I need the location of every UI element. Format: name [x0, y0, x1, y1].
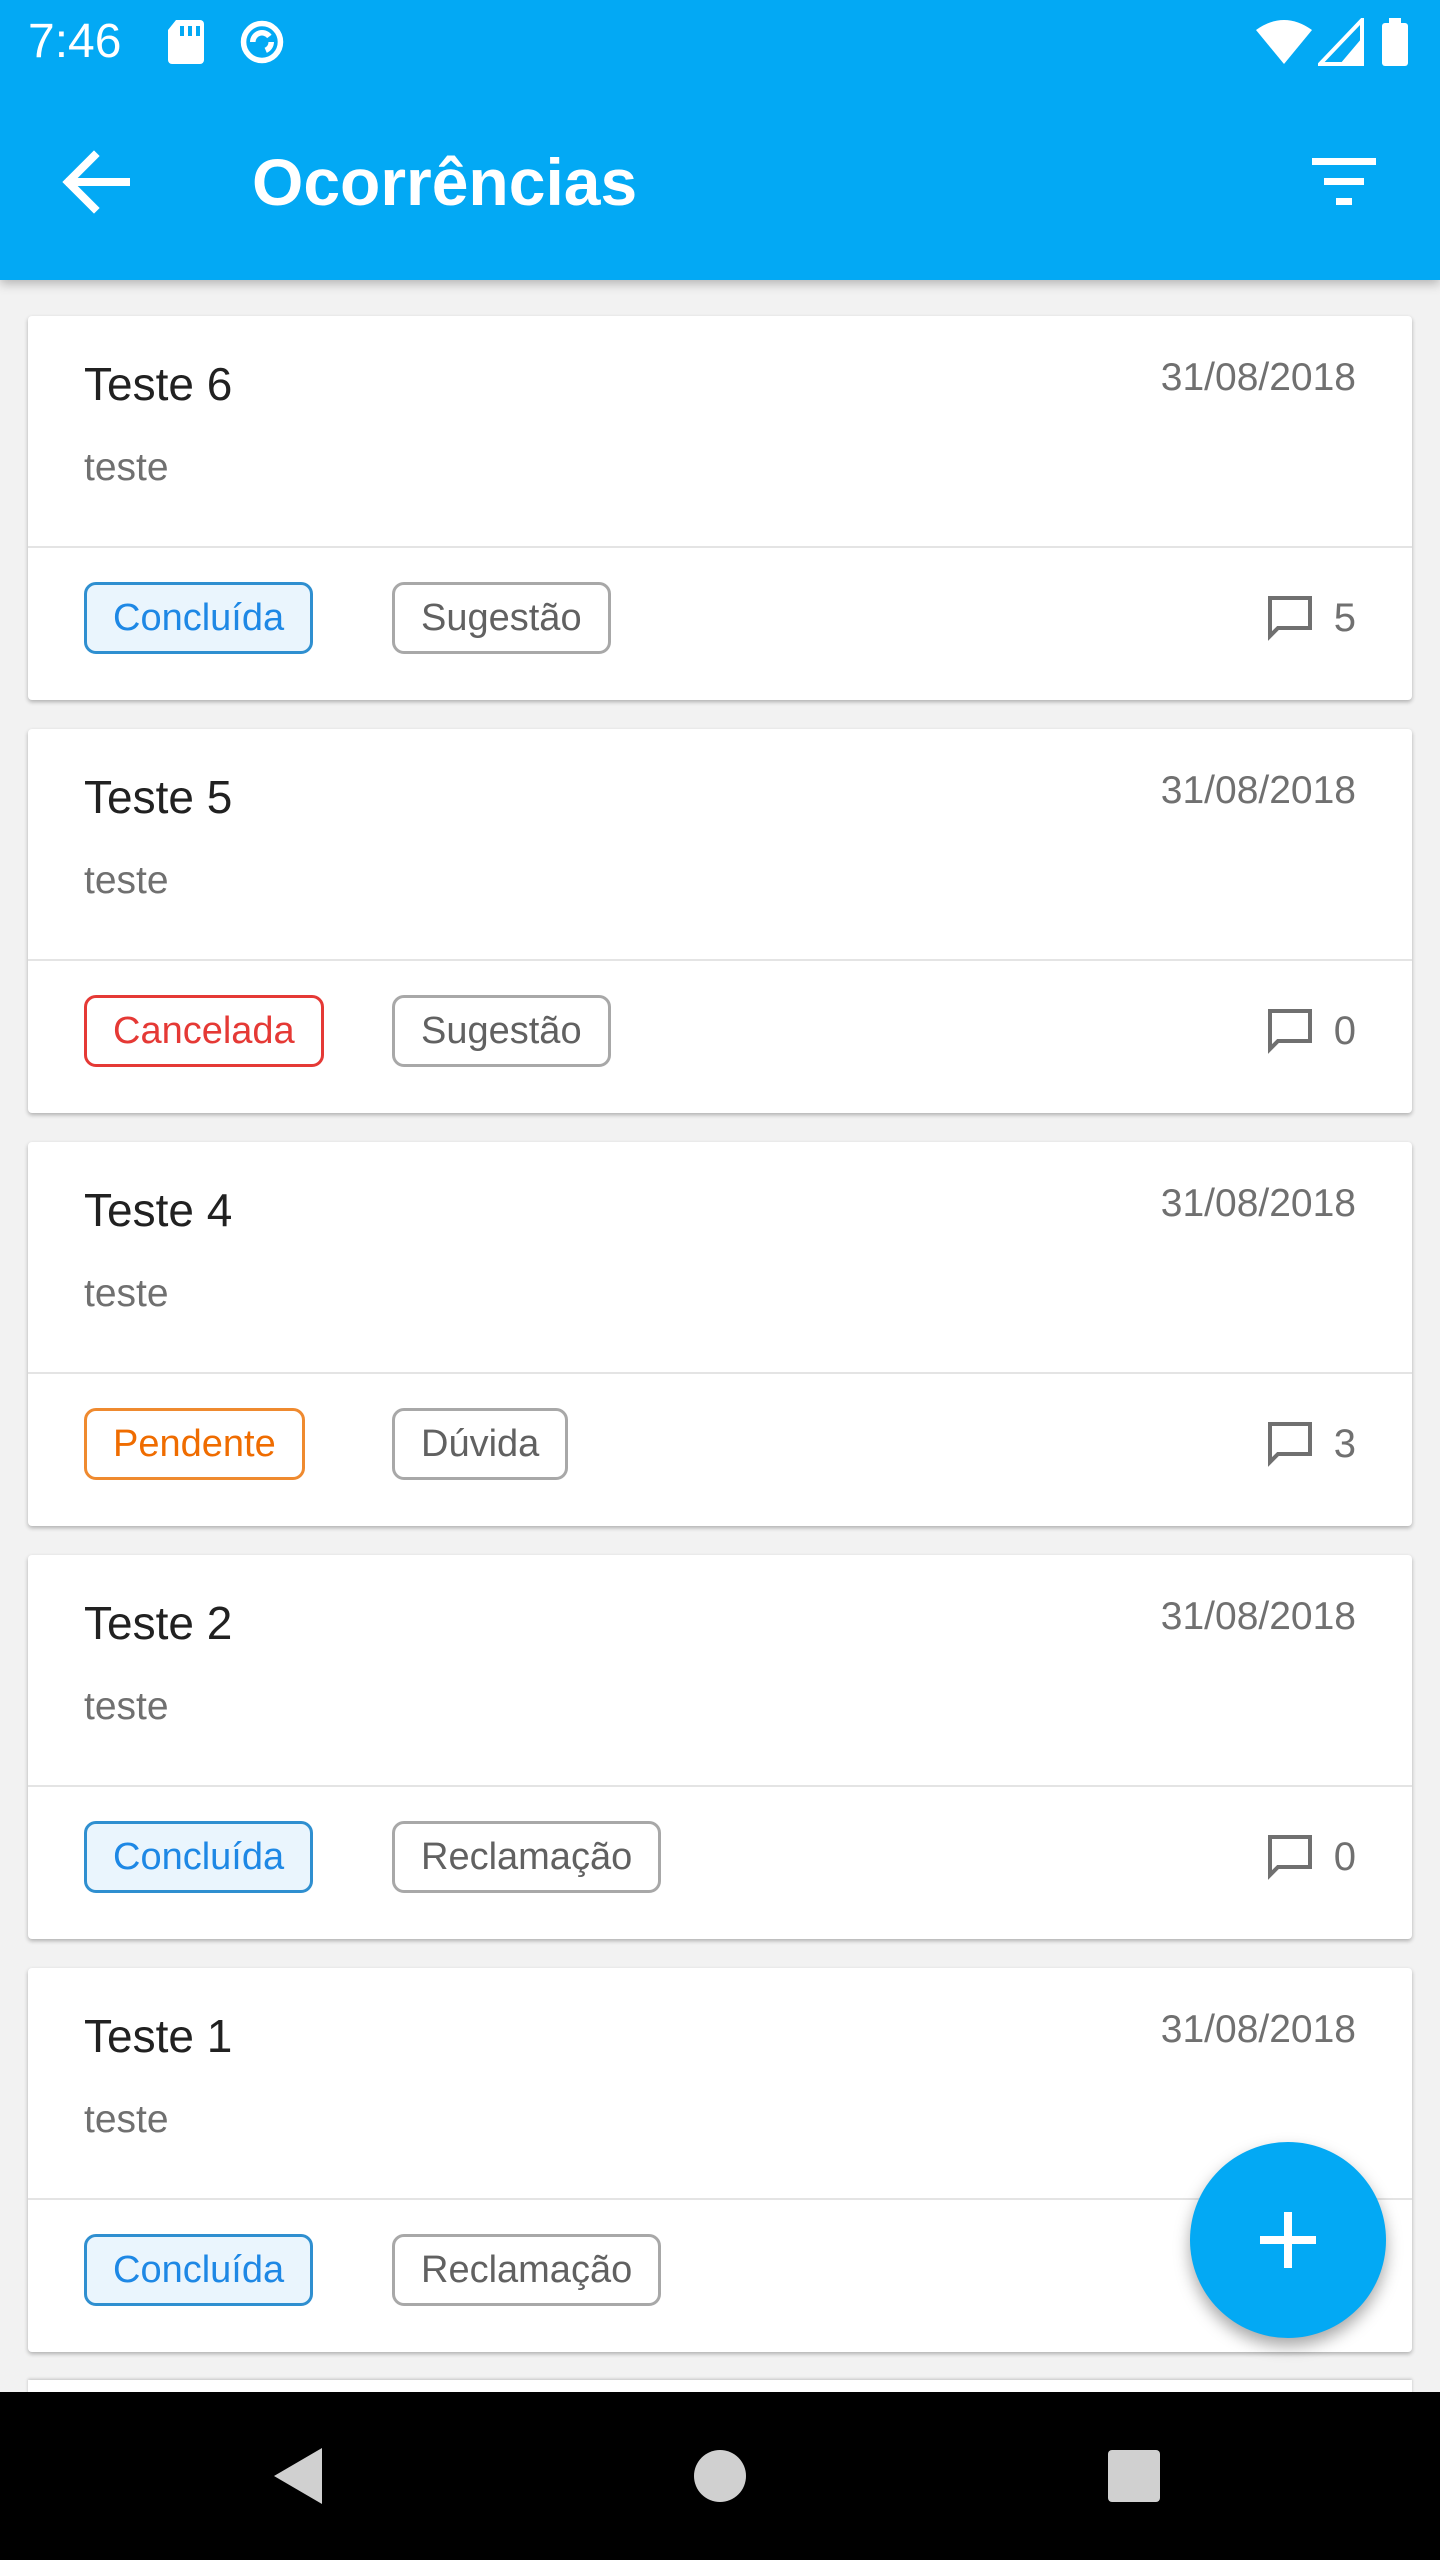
- arrow-back-icon[interactable]: [48, 134, 144, 230]
- item-title: Teste 6: [84, 358, 233, 410]
- comments-count: 0: [1266, 1825, 1356, 1889]
- card-header: Teste 2 31/08/2018 teste: [28, 1555, 1412, 1787]
- app-bar: Ocorrências: [0, 84, 1440, 280]
- comments-count: 0: [1266, 999, 1356, 1063]
- list-item[interactable]: Teste 6 31/08/2018 teste Concluída Suges…: [28, 316, 1412, 700]
- status-time: 7:46: [28, 15, 122, 68]
- filter-list-icon[interactable]: [1296, 134, 1392, 230]
- status-badge: Cancelada: [84, 995, 324, 1067]
- card-footer: Pendente Dúvida 3: [28, 1374, 1412, 1526]
- item-date: 31/08/2018: [1160, 1182, 1356, 1225]
- recents-square-icon[interactable]: [1084, 2426, 1184, 2526]
- battery-icon: [1382, 18, 1408, 66]
- type-badge: Reclamação: [392, 2234, 662, 2306]
- card-footer: Concluída Reclamação 0: [28, 1787, 1412, 1939]
- signal-icon: [1318, 18, 1364, 66]
- status-badge: Concluída: [84, 1821, 314, 1893]
- card-header: Teste 4 31/08/2018 teste: [28, 1142, 1412, 1374]
- list-item[interactable]: Teste 5 31/08/2018 teste Cancelada Suges…: [28, 729, 1412, 1113]
- item-title: Teste 1: [84, 2010, 233, 2062]
- item-date: 31/08/2018: [1160, 769, 1356, 812]
- sync-icon: [240, 20, 284, 64]
- item-description: teste: [84, 859, 169, 902]
- type-badge: Sugestão: [392, 582, 611, 654]
- page-title: Ocorrências: [252, 145, 638, 219]
- item-date: 31/08/2018: [1160, 356, 1356, 399]
- list-item[interactable]: Teste 1 31/08/2018 teste Concluída Recla…: [28, 1968, 1412, 2352]
- status-badge: Pendente: [84, 1408, 305, 1480]
- add-button[interactable]: [1190, 2142, 1386, 2338]
- card-footer: Concluída Sugestão 5: [28, 548, 1412, 700]
- home-circle-icon[interactable]: [670, 2426, 770, 2526]
- comments-count: 5: [1266, 586, 1356, 650]
- type-badge: Reclamação: [392, 1821, 662, 1893]
- comment-icon: [1267, 1422, 1312, 1467]
- item-date: 31/08/2018: [1160, 1595, 1356, 1638]
- status-badge: Concluída: [84, 582, 314, 654]
- comments-count: 3: [1266, 1412, 1356, 1476]
- card-header: Teste 5 31/08/2018 teste: [28, 729, 1412, 961]
- type-badge: Dúvida: [392, 1408, 569, 1480]
- item-title: Teste 2: [84, 1597, 233, 1649]
- comment-count: 5: [1333, 596, 1356, 640]
- back-triangle-icon[interactable]: [250, 2426, 350, 2526]
- comment-icon: [1267, 1009, 1312, 1054]
- item-date: 31/08/2018: [1160, 2008, 1356, 2051]
- item-title: Teste 5: [84, 771, 233, 823]
- comment-count: 0: [1333, 1835, 1356, 1879]
- item-description: teste: [84, 2098, 169, 2141]
- item-description: teste: [84, 446, 169, 489]
- wifi-icon: [1256, 20, 1312, 64]
- list-item[interactable]: Teste 4 31/08/2018 teste Pendente Dúvida…: [28, 1142, 1412, 1526]
- status-bar: 7:46: [0, 0, 1440, 84]
- card-footer: Cancelada Sugestão 0: [28, 961, 1412, 1113]
- sd-card-icon: [168, 20, 204, 64]
- occurrences-list[interactable]: Teste 6 31/08/2018 teste Concluída Suges…: [0, 280, 1440, 2392]
- status-badge: Concluída: [84, 2234, 314, 2306]
- add-icon: [1260, 2212, 1316, 2268]
- card-header: Teste 1 31/08/2018 teste: [28, 1968, 1412, 2200]
- item-description: teste: [84, 1685, 169, 1728]
- list-item-partial: [28, 2380, 1412, 2392]
- list-item[interactable]: Teste 2 31/08/2018 teste Concluída Recla…: [28, 1555, 1412, 1939]
- comment-icon: [1267, 596, 1312, 641]
- comment-count: 3: [1333, 1422, 1356, 1466]
- comment-icon: [1267, 1835, 1312, 1880]
- card-header: Teste 6 31/08/2018 teste: [28, 316, 1412, 548]
- comment-count: 0: [1333, 1009, 1356, 1053]
- type-badge: Sugestão: [392, 995, 611, 1067]
- item-description: teste: [84, 1272, 169, 1315]
- system-nav-bar: [0, 2392, 1440, 2560]
- item-title: Teste 4: [84, 1184, 233, 1236]
